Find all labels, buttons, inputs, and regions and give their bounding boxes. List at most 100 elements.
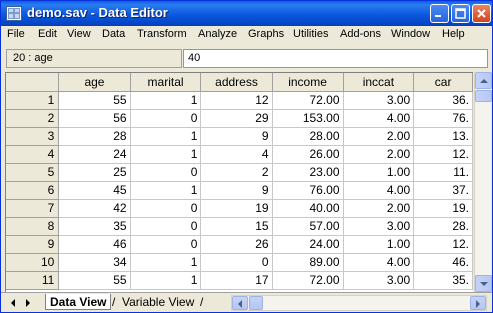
- grid-corner[interactable]: [6, 73, 60, 92]
- spreadsheet-app-icon[interactable]: [6, 6, 22, 21]
- row-header[interactable]: 6: [6, 181, 60, 200]
- tab-scroll-right-icon[interactable]: [23, 297, 33, 309]
- menu-add-ons[interactable]: Add-ons: [340, 28, 381, 40]
- cell-age[interactable]: 45: [58, 181, 131, 200]
- cell-income[interactable]: 24.00: [272, 235, 344, 254]
- row-header[interactable]: 11: [6, 271, 60, 290]
- menu-transform[interactable]: Transform: [137, 28, 187, 40]
- row-header[interactable]: 1: [6, 91, 60, 110]
- column-header-inccat[interactable]: inccat: [343, 73, 415, 92]
- cell-inccat[interactable]: 4.00: [343, 109, 415, 128]
- cell-age[interactable]: 55: [58, 91, 131, 110]
- cell-income[interactable]: 153.00: [272, 109, 344, 128]
- cell-age[interactable]: 34: [58, 253, 131, 272]
- cell-inccat[interactable]: 2.00: [343, 127, 415, 146]
- cell-address[interactable]: 2: [200, 163, 273, 182]
- cell-age[interactable]: 28: [58, 127, 131, 146]
- column-header-address[interactable]: address: [200, 73, 273, 92]
- column-header-income[interactable]: income: [272, 73, 344, 92]
- cell-age[interactable]: 42: [58, 199, 131, 218]
- cell-car[interactable]: 76.: [413, 109, 473, 128]
- cell-income[interactable]: 23.00: [272, 163, 344, 182]
- cell-age[interactable]: 56: [58, 109, 131, 128]
- horizontal-scroll-thumb[interactable]: [249, 296, 263, 310]
- cell-marital[interactable]: 0: [130, 235, 202, 254]
- close-button[interactable]: [472, 4, 491, 23]
- cell-car[interactable]: 12.: [413, 235, 473, 254]
- cell-income[interactable]: 28.00: [272, 127, 344, 146]
- cell-car[interactable]: 36.: [413, 91, 473, 110]
- cell-marital[interactable]: 1: [130, 145, 202, 164]
- cell-car[interactable]: 46.: [413, 253, 473, 272]
- cell-inccat[interactable]: 4.00: [343, 253, 415, 272]
- cell-age[interactable]: 55: [58, 271, 131, 290]
- cell-inccat[interactable]: 3.00: [343, 91, 415, 110]
- row-header[interactable]: 5: [6, 163, 60, 182]
- cell-income[interactable]: 76.00: [272, 181, 344, 200]
- cell-marital[interactable]: 0: [130, 199, 202, 218]
- cell-address[interactable]: 29: [200, 109, 273, 128]
- cell-inccat[interactable]: 4.00: [343, 181, 415, 200]
- cell-car[interactable]: 37.: [413, 181, 473, 200]
- cell-address[interactable]: 12: [200, 91, 273, 110]
- cell-age[interactable]: 46: [58, 235, 131, 254]
- horizontal-scrollbar[interactable]: [231, 295, 487, 311]
- tab-variable-view[interactable]: Variable View: [118, 294, 198, 310]
- cell-marital[interactable]: 0: [130, 109, 202, 128]
- vertical-scroll-thumb[interactable]: [475, 90, 492, 102]
- cell-inccat[interactable]: 3.00: [343, 271, 415, 290]
- menu-utilities[interactable]: Utilities: [293, 28, 328, 40]
- cell-marital[interactable]: 1: [130, 91, 202, 110]
- cell-income[interactable]: 40.00: [272, 199, 344, 218]
- cell-address[interactable]: 9: [200, 127, 273, 146]
- cell-address[interactable]: 15: [200, 217, 273, 236]
- row-header[interactable]: 8: [6, 217, 60, 236]
- cell-address[interactable]: 9: [200, 181, 273, 200]
- cell-value-input[interactable]: 40: [183, 49, 488, 68]
- menu-edit[interactable]: Edit: [38, 28, 57, 40]
- cell-inccat[interactable]: 2.00: [343, 145, 415, 164]
- tab-scroll-left-icon[interactable]: [8, 297, 18, 309]
- cell-inccat[interactable]: 1.00: [343, 163, 415, 182]
- cell-age[interactable]: 25: [58, 163, 131, 182]
- cell-marital[interactable]: 1: [130, 127, 202, 146]
- tab-data-view[interactable]: Data View: [45, 294, 112, 310]
- cell-age[interactable]: 24: [58, 145, 131, 164]
- cell-marital[interactable]: 1: [130, 181, 202, 200]
- row-header[interactable]: 4: [6, 145, 60, 164]
- menu-file[interactable]: File: [7, 28, 25, 40]
- row-header[interactable]: 9: [6, 235, 60, 254]
- cell-address[interactable]: 26: [200, 235, 273, 254]
- minimize-button[interactable]: [430, 4, 449, 23]
- column-header-car[interactable]: car: [413, 73, 473, 92]
- row-header[interactable]: 7: [6, 199, 60, 218]
- cell-address[interactable]: 0: [200, 253, 273, 272]
- menu-data[interactable]: Data: [102, 28, 125, 40]
- cell-address[interactable]: 19: [200, 199, 273, 218]
- scroll-up-button[interactable]: [475, 72, 492, 89]
- scroll-right-button[interactable]: [470, 296, 486, 310]
- cell-car[interactable]: 12.: [413, 145, 473, 164]
- scroll-down-button[interactable]: [475, 275, 492, 292]
- maximize-button[interactable]: [451, 4, 470, 23]
- cell-marital[interactable]: 0: [130, 217, 202, 236]
- column-header-age[interactable]: age: [58, 73, 131, 92]
- cell-age[interactable]: 35: [58, 217, 131, 236]
- cell-income[interactable]: 72.00: [272, 91, 344, 110]
- cell-car[interactable]: 28.: [413, 217, 473, 236]
- cell-income[interactable]: 26.00: [272, 145, 344, 164]
- cell-car[interactable]: 11.: [413, 163, 473, 182]
- menu-window[interactable]: Window: [391, 28, 430, 40]
- title-bar[interactable]: demo.sav - Data Editor: [1, 1, 492, 26]
- row-header[interactable]: 2: [6, 109, 60, 128]
- menu-analyze[interactable]: Analyze: [198, 28, 237, 40]
- cell-income[interactable]: 72.00: [272, 271, 344, 290]
- cell-car[interactable]: 19.: [413, 199, 473, 218]
- cell-inccat[interactable]: 3.00: [343, 217, 415, 236]
- scroll-left-button[interactable]: [232, 296, 248, 310]
- column-header-marital[interactable]: marital: [130, 73, 202, 92]
- menu-graphs[interactable]: Graphs: [248, 28, 284, 40]
- cell-inccat[interactable]: 1.00: [343, 235, 415, 254]
- menu-help[interactable]: Help: [442, 28, 465, 40]
- cell-marital[interactable]: 1: [130, 271, 202, 290]
